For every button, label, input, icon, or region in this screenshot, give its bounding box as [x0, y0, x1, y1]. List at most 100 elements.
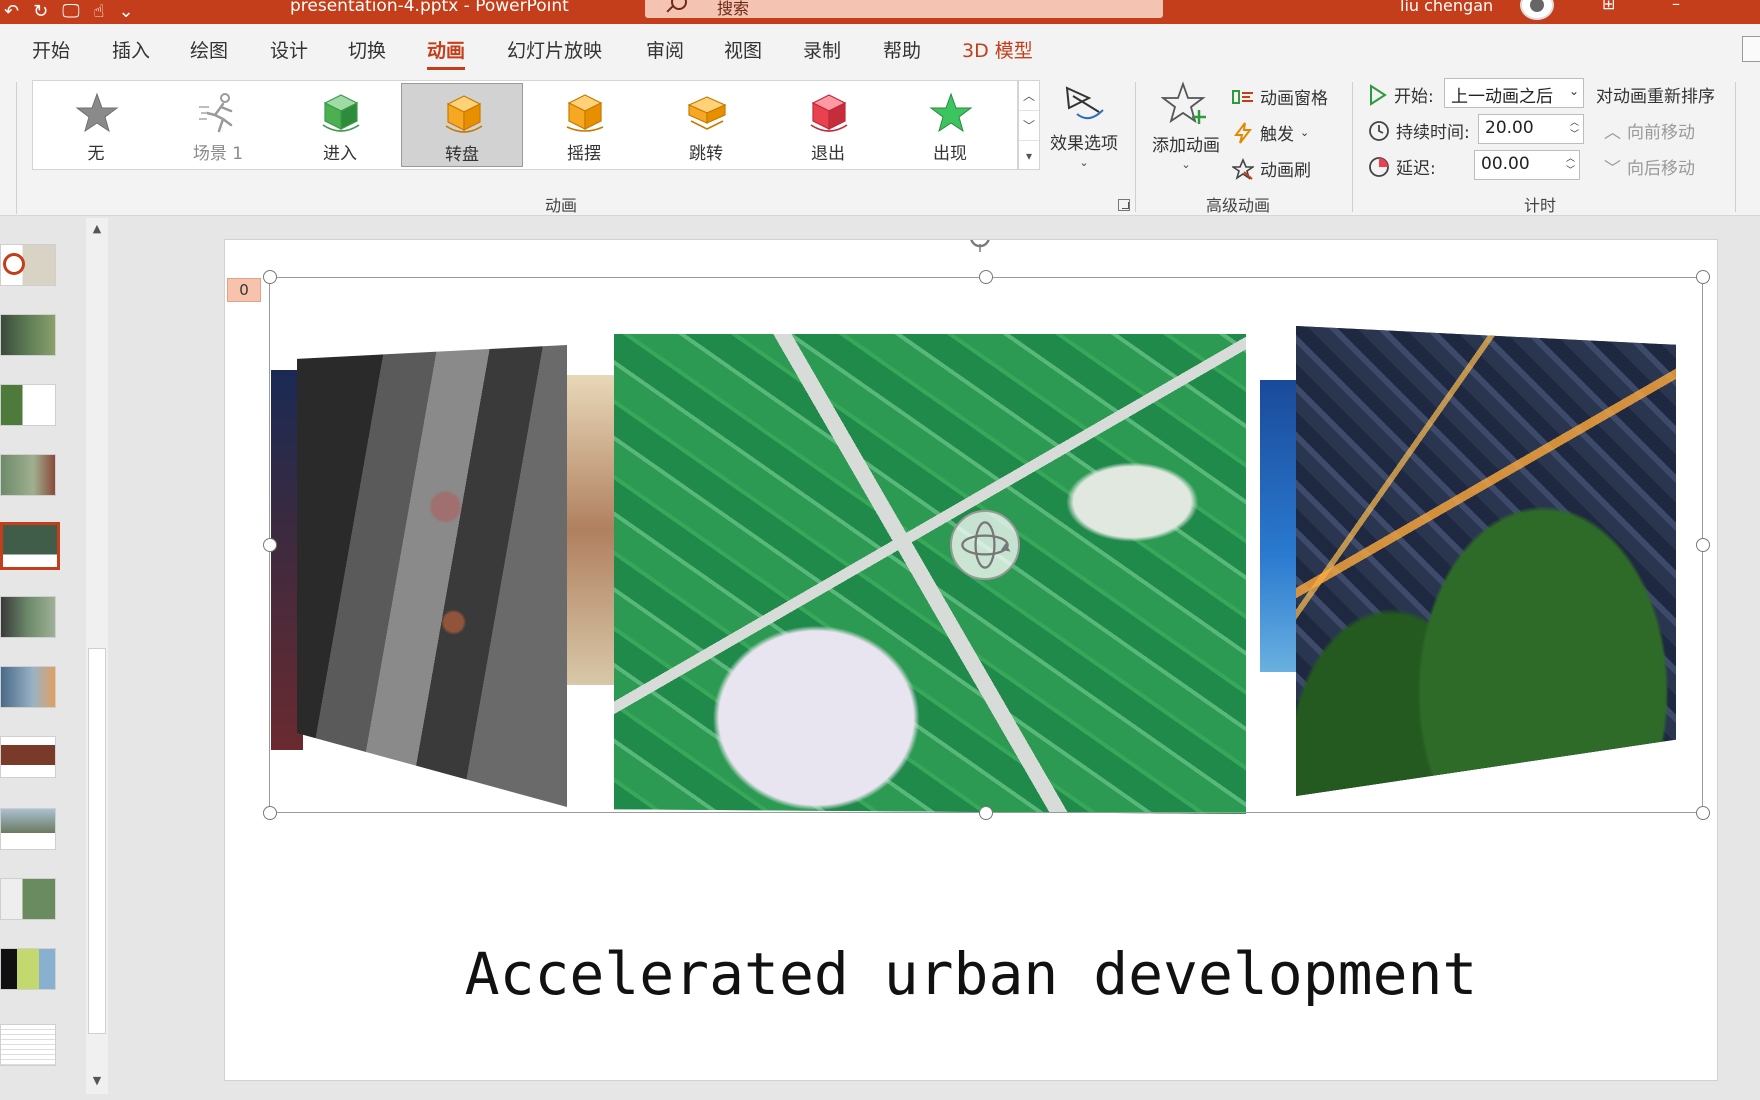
resize-handle[interactable]	[263, 806, 277, 820]
touch-mode-icon[interactable]: ☝	[94, 3, 105, 21]
tab-design[interactable]: 设计	[270, 36, 308, 63]
slide-canvas[interactable]: 0 Accelerated urban development	[225, 240, 1717, 1080]
slide-thumbnail[interactable]	[0, 384, 56, 426]
avatar[interactable]	[1520, 0, 1554, 20]
slide-thumbnail[interactable]	[0, 596, 56, 638]
gallery-scroll-up[interactable]: ︿	[1019, 81, 1039, 111]
search-box[interactable]: 搜索	[645, 0, 1163, 18]
slide-thumbnail[interactable]	[0, 878, 56, 920]
collapse-ribbon-icon[interactable]	[1742, 36, 1760, 62]
resize-handle[interactable]	[979, 270, 993, 284]
animation-order-tag[interactable]: 0	[227, 278, 261, 302]
delay-input[interactable]: 00.00 ︿ ﹀	[1474, 150, 1580, 180]
tab-view[interactable]: 视图	[724, 36, 762, 63]
move-earlier-button[interactable]: ︿ 向前移动	[1604, 118, 1695, 143]
rotate-handle-icon[interactable]	[965, 240, 995, 252]
star-icon	[75, 92, 119, 133]
slide-thumbnail[interactable]	[0, 244, 56, 286]
delay-clock-icon	[1369, 156, 1389, 177]
slide-caption[interactable]: Accelerated urban development	[225, 940, 1717, 1008]
clock-icon	[1369, 120, 1389, 141]
animation-label: 出现	[933, 144, 967, 164]
animation-pane-button[interactable]: 动画窗格	[1232, 84, 1328, 109]
add-animation-button[interactable]: 添加动画 ⌄	[1146, 80, 1226, 171]
animation-jump[interactable]: 跳转	[645, 83, 767, 167]
animation-label: 进入	[323, 144, 357, 164]
undo-icon[interactable]: ↶	[4, 3, 19, 21]
slide-thumbnail[interactable]	[0, 666, 56, 708]
resize-handle[interactable]	[1696, 538, 1710, 552]
redo-icon[interactable]: ↻	[33, 3, 48, 21]
resize-handle[interactable]	[263, 270, 277, 284]
animation-none[interactable]: 无	[35, 83, 157, 167]
tab-home[interactable]: 开始	[32, 36, 70, 63]
slide-thumbnail[interactable]	[0, 808, 56, 850]
minimize-icon[interactable]: –	[1672, 0, 1680, 13]
user-name[interactable]: liu chengan	[1400, 0, 1493, 15]
spin-arrows-icon[interactable]: ︿ ﹀	[1570, 117, 1579, 141]
slide-thumbnail[interactable]	[0, 454, 56, 496]
effect-options-button[interactable]: 效果选项 ⌄	[1046, 80, 1122, 169]
tab-record[interactable]: 录制	[803, 36, 841, 63]
scroll-down-icon[interactable]: ▼	[86, 1070, 108, 1092]
ribbon-tabs: 开始 插入 绘图 设计 切换 动画 幻灯片放映 审阅 视图 录制 帮助 3D 模…	[0, 24, 1760, 74]
tab-3d-model[interactable]: 3D 模型	[962, 36, 1033, 63]
tab-transitions[interactable]: 切换	[348, 36, 386, 63]
group-divider	[1735, 82, 1736, 212]
animation-appear[interactable]: 出现	[889, 83, 1011, 167]
scroll-up-icon[interactable]: ▲	[86, 218, 108, 240]
slide-thumbnail[interactable]	[0, 1024, 56, 1066]
running-person-icon	[199, 93, 233, 133]
spin-arrows-icon[interactable]: ︿ ﹀	[1566, 153, 1575, 177]
animation-scene-1[interactable]: 场景 1	[157, 83, 279, 167]
resize-handle[interactable]	[979, 806, 993, 820]
animation-painter-icon	[1232, 157, 1254, 180]
move-later-button[interactable]: ﹀ 向后移动	[1604, 154, 1695, 179]
slide-thumbnail[interactable]	[0, 736, 56, 778]
quick-access-toolbar: ↶ ↻ 🖵 ☝ ⌄	[4, 0, 134, 24]
title-bar: ↶ ↻ 🖵 ☝ ⌄ presentation-4.pptx - PowerPoi…	[0, 0, 1760, 24]
delay-value: 00.00	[1481, 154, 1530, 174]
resize-handle[interactable]	[1696, 270, 1710, 284]
animation-dialog-launcher-icon[interactable]	[1118, 199, 1130, 211]
customize-qat-icon[interactable]: ⌄	[119, 3, 134, 21]
start-value: 上一动画之后	[1451, 87, 1553, 107]
animation-pane-icon	[1232, 89, 1253, 104]
animation-swing[interactable]: 摇摆	[523, 83, 645, 167]
gallery-scroll-down[interactable]: ﹀	[1019, 111, 1039, 141]
scrollbar-thumb[interactable]	[88, 648, 106, 1034]
animation-enter[interactable]: 进入	[279, 83, 401, 167]
duration-label: 持续时间:	[1396, 123, 1470, 143]
tab-review[interactable]: 审阅	[646, 36, 684, 63]
resize-handle[interactable]	[263, 538, 277, 552]
resize-handle[interactable]	[1696, 806, 1710, 820]
start-label: 开始:	[1394, 87, 1434, 107]
thumbnail-scrollbar[interactable]: ▲ ▼	[86, 218, 108, 1094]
tab-draw[interactable]: 绘图	[190, 36, 228, 63]
play-icon	[1370, 83, 1387, 106]
tab-insert[interactable]: 插入	[112, 36, 150, 63]
duration-label-row: 持续时间:	[1368, 118, 1470, 143]
start-dropdown[interactable]: 上一动画之后 ⌄	[1444, 78, 1584, 108]
slide-thumbnail-current[interactable]	[0, 522, 60, 570]
animation-exit[interactable]: 退出	[767, 83, 889, 167]
trigger-button[interactable]: 触发 ⌄	[1232, 120, 1309, 145]
gallery-more[interactable]: ▾	[1019, 141, 1039, 171]
animation-painter-button[interactable]: 动画刷	[1232, 156, 1311, 181]
duration-input[interactable]: 20.00 ︿ ﹀	[1478, 114, 1584, 144]
tab-animations[interactable]: 动画	[427, 36, 466, 70]
move-earlier-label: 向前移动	[1627, 123, 1695, 143]
present-icon[interactable]: 🖵	[62, 3, 79, 21]
ribbon-display-icon[interactable]: ⊞	[1602, 0, 1615, 13]
start-label-row: 开始:	[1368, 82, 1434, 107]
3d-rotate-icon[interactable]	[950, 510, 1020, 580]
tab-help[interactable]: 帮助	[883, 36, 921, 63]
ribbon-divider	[16, 82, 17, 214]
slide-thumbnail[interactable]	[0, 314, 56, 356]
chevron-down-icon: ⌄	[1568, 84, 1579, 98]
add-animation-icon	[1160, 81, 1206, 124]
animation-turntable[interactable]: 转盘	[401, 83, 523, 167]
animation-label: 场景 1	[192, 144, 244, 164]
slide-thumbnail[interactable]	[0, 948, 56, 990]
tab-slideshow[interactable]: 幻灯片放映	[507, 36, 602, 63]
